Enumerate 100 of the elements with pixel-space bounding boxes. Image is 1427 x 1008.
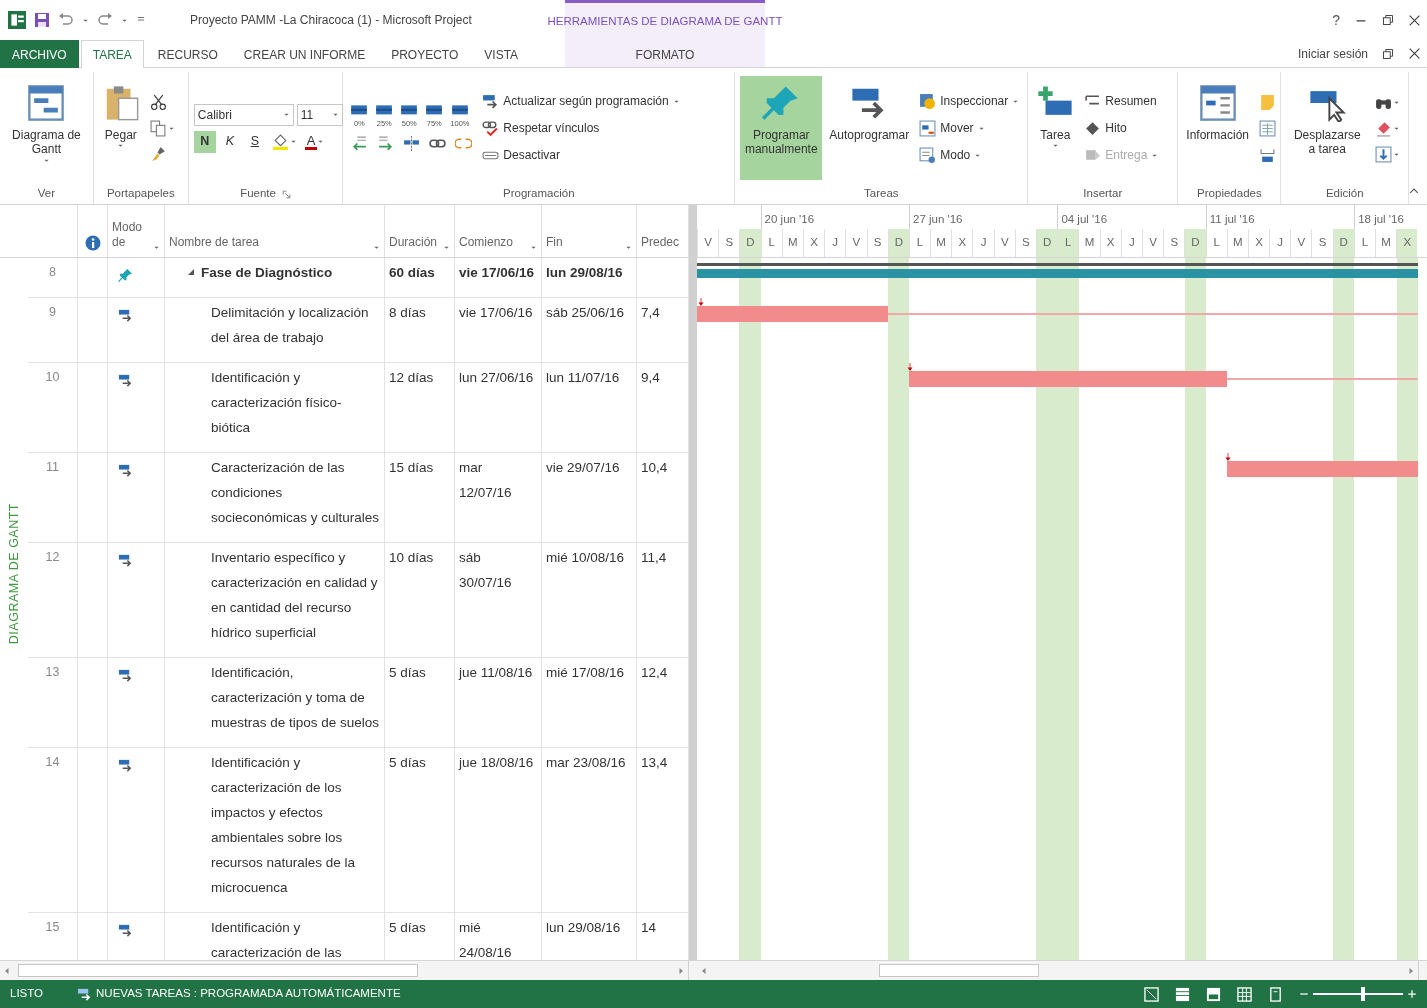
table-cell: vie 17/06/16 — [455, 298, 542, 363]
task-name: Caracterización de las condiciones socieconómicas y culturales — [211, 459, 380, 527]
ribbon-tab[interactable]: CREAR UN INFORME — [231, 40, 378, 68]
launcher-icon[interactable] — [281, 189, 291, 199]
ribbon-button[interactable]: Tarea — [1033, 76, 1078, 180]
redo-icon[interactable] — [97, 12, 113, 28]
row-number: 12 — [28, 543, 78, 658]
save-icon[interactable] — [34, 12, 50, 28]
table-cell: 12 días — [385, 363, 455, 453]
restore-icon[interactable] — [1382, 47, 1394, 60]
ribbon-button[interactable]: Hito — [1081, 117, 1130, 139]
caret-icon — [625, 244, 632, 251]
format-toggle[interactable]: S — [243, 130, 266, 153]
ribbon-button[interactable]: Programar manualmente — [740, 76, 823, 180]
format-toggle[interactable]: N — [193, 130, 216, 153]
ribbon-button[interactable]: Diagrama de Gantt — [5, 76, 88, 180]
ribbon-button[interactable]: Modo — [916, 144, 985, 166]
view-icon[interactable] — [1175, 986, 1190, 1002]
view-icon[interactable] — [1144, 986, 1159, 1002]
ribbon-button[interactable]: Inspeccionar — [916, 90, 1023, 112]
right-arrow-icon — [377, 134, 395, 152]
ribbon-button[interactable]: Autoprogramar — [826, 76, 913, 180]
window-title: Proyecto PAMM -La Chiracoca (1) - Microsoft Project — [190, 12, 472, 29]
restore-icon[interactable] — [1382, 14, 1394, 26]
day-label: D — [887, 229, 909, 257]
caret-icon — [1051, 142, 1059, 150]
chain-check-icon — [482, 119, 500, 137]
info-icon — [84, 235, 101, 251]
format-toggle[interactable]: K — [218, 130, 241, 153]
bar-arrow-icon — [118, 552, 133, 568]
ribbon-button[interactable]: Resumen — [1081, 90, 1160, 112]
ribbon-button[interactable]: Desactivar — [479, 144, 563, 166]
scroll-left-icon[interactable] — [700, 966, 708, 975]
ribbon-tab[interactable]: TAREA — [80, 40, 144, 68]
ribbon-tab[interactable]: RECURSO — [145, 40, 230, 68]
caret-icon — [317, 138, 325, 145]
app-logo — [8, 11, 26, 29]
table-cell: mar 23/08/16 — [542, 748, 637, 913]
day-label: X — [1099, 229, 1121, 257]
mode-icon — [919, 146, 937, 164]
help-button[interactable]: ? — [1332, 9, 1340, 31]
view-icon[interactable] — [1268, 986, 1283, 1002]
auto-schedule-icon[interactable] — [77, 986, 93, 1002]
day-label: X — [802, 229, 825, 257]
table-cell: lun 11/07/16 — [542, 363, 637, 453]
view-icon[interactable] — [1206, 986, 1221, 1002]
scroll-left-icon[interactable] — [3, 966, 11, 975]
bar-arrow-icon — [118, 667, 133, 683]
slider-thumb[interactable] — [1360, 987, 1365, 1001]
status-text: LISTO — [10, 986, 44, 1002]
day-label: D — [1332, 229, 1354, 257]
ribbon-tab[interactable]: VISTA — [472, 40, 531, 68]
task-name: Fase de Diagnóstico — [201, 264, 333, 282]
table-cell: 5 días — [385, 658, 455, 748]
row-number: 14 — [28, 748, 78, 913]
ribbon-button[interactable]: Actualizar según programación — [479, 90, 683, 112]
dropdown-field[interactable]: Calibri — [193, 103, 294, 126]
table-cell: jue 11/08/16 — [455, 658, 542, 748]
table-cell: sáb 25/06/16 — [542, 298, 637, 363]
caret-icon — [153, 244, 160, 251]
task-name: Delimitación y localización del área de trabajo — [211, 304, 370, 347]
ribbon-button[interactable]: Desplazarse a tarea — [1286, 76, 1368, 180]
ribbon-button[interactable]: Mover — [916, 117, 988, 139]
brush-icon — [149, 145, 167, 163]
ribbon-button[interactable]: Pegar — [98, 76, 143, 180]
table-cell: lun 29/08/16 — [542, 258, 637, 298]
day-label: J — [1269, 229, 1291, 257]
zoom-in-icon[interactable] — [1407, 989, 1417, 999]
day-label: D — [739, 229, 761, 257]
view-icon[interactable] — [1237, 986, 1252, 1002]
ribbon-button[interactable]: Información — [1183, 76, 1252, 180]
table-cell: 5 días — [385, 748, 455, 913]
link-arrow — [697, 298, 705, 306]
day-label: L — [908, 229, 931, 257]
caret-icon — [373, 244, 380, 251]
left-arrow-icon — [351, 134, 369, 152]
group-label: Programación — [503, 186, 575, 202]
table-cell: lun 27/06/16 — [455, 363, 542, 453]
table-cell: jue 18/08/16 — [455, 748, 542, 913]
dropdown-field[interactable]: 11 — [296, 103, 343, 126]
collapse-ribbon-icon[interactable] — [1409, 186, 1419, 196]
close-icon[interactable] — [1408, 47, 1421, 60]
sign-in-link[interactable]: Iniciar sesión — [1297, 44, 1368, 63]
diamond-icon — [1084, 119, 1102, 137]
fill-down-icon — [1375, 145, 1392, 163]
ribbon-tab[interactable]: ARCHIVO — [0, 40, 79, 68]
task-name: Inventario específico y caracterización en calidad y en cantidad del recurso hídrico superficial — [211, 549, 379, 642]
scroll-right-icon[interactable] — [1407, 966, 1415, 975]
bar-arrow-icon — [118, 372, 133, 388]
ribbon-button[interactable]: Respetar vínculos — [479, 117, 603, 139]
status-text[interactable]: NUEVAS TAREAS : PROGRAMADA AUTOMÁTICAMENTE — [96, 985, 401, 1003]
expand-icon[interactable] — [187, 268, 195, 276]
font-color-button[interactable]: A — [302, 133, 327, 150]
ribbon-tab[interactable]: PROYECTO — [379, 40, 471, 68]
scroll-right-icon[interactable] — [677, 966, 685, 975]
task-name: Identificación, caracterización y toma de muestras de tipos de suelos — [211, 664, 380, 732]
table-cell: 60 días — [385, 258, 455, 298]
close-icon[interactable] — [1408, 13, 1421, 27]
undo-icon[interactable] — [58, 12, 74, 28]
row-number: 9 — [28, 298, 78, 363]
